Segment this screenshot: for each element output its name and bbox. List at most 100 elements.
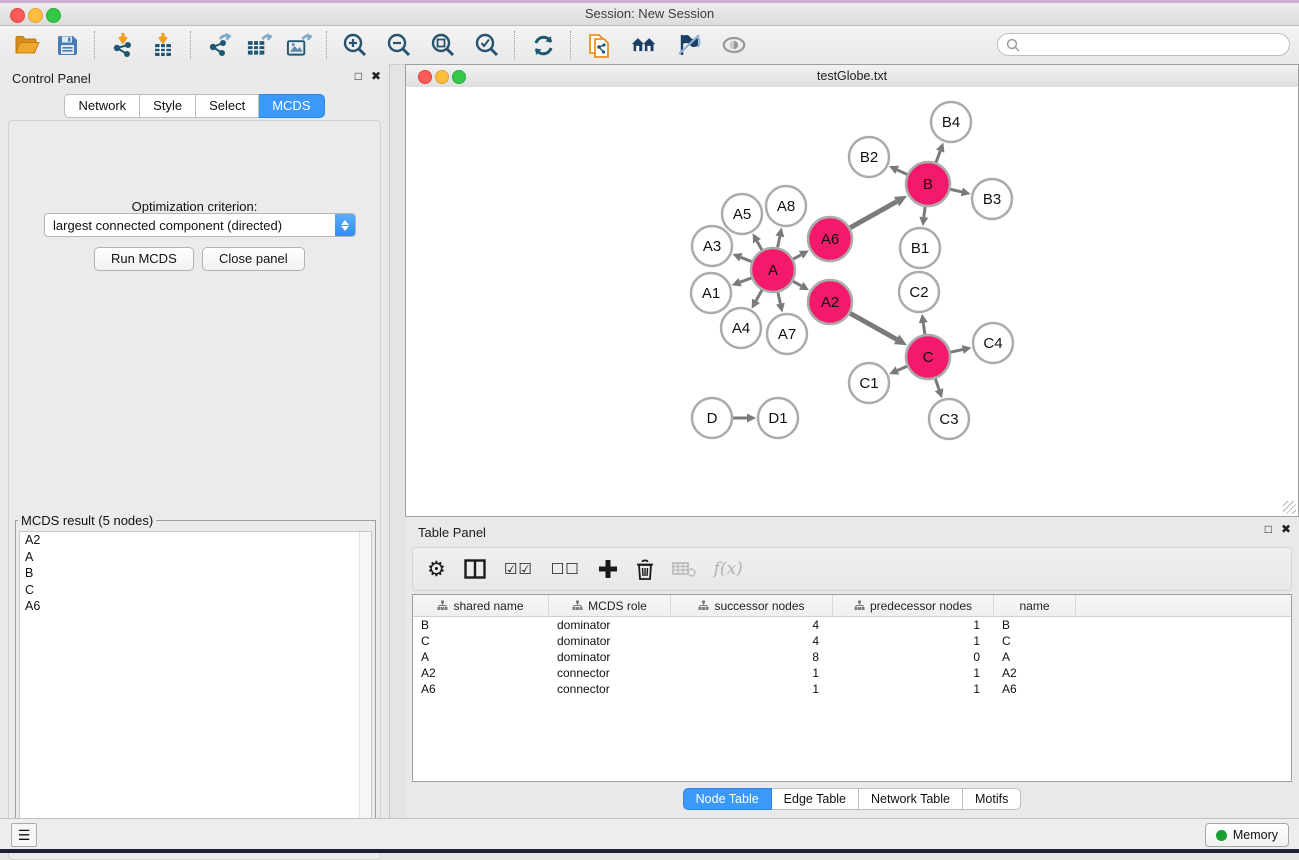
zoom-in-icon[interactable] — [342, 32, 368, 58]
search-input[interactable] — [1025, 37, 1289, 53]
tab-motifs[interactable]: Motifs — [963, 788, 1021, 810]
mcds-result-item[interactable]: B — [20, 565, 371, 582]
table-row[interactable]: Adominator80A — [413, 649, 1291, 665]
zoom-selected-icon[interactable] — [474, 32, 500, 58]
node-B1[interactable]: B1 — [900, 228, 940, 268]
delete-table-icon[interactable] — [672, 560, 696, 578]
table-row[interactable]: Bdominator41B — [413, 617, 1291, 633]
zoom-out-icon[interactable] — [386, 32, 412, 58]
node-B2[interactable]: B2 — [849, 137, 889, 177]
edge-C-C4[interactable] — [950, 350, 962, 353]
node-A4[interactable]: A4 — [721, 308, 761, 348]
table-row[interactable]: Cdominator41C — [413, 633, 1291, 649]
run-mcds-button[interactable]: Run MCDS — [94, 247, 194, 271]
edge-A-A7[interactable] — [778, 292, 780, 303]
tab-network[interactable]: Network — [64, 94, 140, 118]
node-B[interactable]: B — [906, 162, 950, 206]
memory-button[interactable]: Memory — [1205, 823, 1289, 847]
edge-B-B3[interactable] — [950, 189, 961, 192]
result-scrollbar[interactable] — [359, 532, 371, 846]
mcds-result-item[interactable]: C — [20, 582, 371, 599]
edge-A-A4[interactable] — [756, 290, 762, 301]
edge-C-C2[interactable] — [923, 323, 925, 335]
import-network-icon[interactable] — [110, 32, 136, 58]
edge-B-B2[interactable] — [897, 170, 907, 175]
node-C4[interactable]: C4 — [973, 323, 1013, 363]
tab-node-table[interactable]: Node Table — [683, 788, 772, 810]
tab-select[interactable]: Select — [196, 94, 259, 118]
edge-A2-C[interactable] — [850, 313, 897, 339]
edge-A-A1[interactable] — [740, 278, 751, 282]
criterion-select[interactable]: largest connected component (directed) — [44, 213, 356, 237]
column-header-predecessor-nodes[interactable]: predecessor nodes — [833, 595, 994, 616]
edge-B-B1[interactable] — [924, 207, 925, 217]
delete-column-icon[interactable] — [636, 559, 654, 580]
edge-A-A5[interactable] — [757, 241, 762, 250]
save-session-icon[interactable] — [54, 32, 80, 58]
edge-A-A3[interactable] — [741, 257, 752, 261]
search-box[interactable] — [997, 33, 1290, 56]
task-history-icon[interactable]: ☰ — [11, 823, 37, 847]
edge-A6-B[interactable] — [850, 202, 897, 228]
close-panel-button[interactable]: Close panel — [202, 247, 305, 271]
edge-A-A8[interactable] — [778, 236, 780, 247]
show-columns-icon[interactable] — [464, 559, 486, 579]
open-file-icon[interactable] — [14, 32, 40, 58]
column-header-shared-name[interactable]: shared name — [413, 595, 549, 616]
node-D1[interactable]: D1 — [758, 398, 798, 438]
node-C[interactable]: C — [906, 335, 950, 379]
tab-network-table[interactable]: Network Table — [859, 788, 963, 810]
node-A7[interactable]: A7 — [767, 314, 807, 354]
node-A2[interactable]: A2 — [808, 280, 852, 324]
node-A6[interactable]: A6 — [808, 217, 852, 261]
tab-mcds[interactable]: MCDS — [259, 94, 324, 118]
window-resize-grip[interactable] — [1283, 501, 1296, 514]
node-D[interactable]: D — [692, 398, 732, 438]
close-panel-icon[interactable]: ✖ — [371, 69, 381, 83]
export-network-icon[interactable] — [206, 32, 232, 58]
edge-A-A6[interactable] — [793, 255, 801, 259]
float-panel-icon[interactable]: □ — [355, 69, 362, 83]
node-B4[interactable]: B4 — [931, 102, 971, 142]
tab-style[interactable]: Style — [140, 94, 196, 118]
table-row[interactable]: A6connector11A6 — [413, 681, 1291, 697]
export-table-icon[interactable] — [246, 32, 272, 58]
node-A1[interactable]: A1 — [691, 273, 731, 313]
zoom-fit-icon[interactable] — [430, 32, 456, 58]
edge-C-C3[interactable] — [935, 379, 939, 390]
edge-C-C1[interactable] — [897, 366, 907, 370]
column-header-MCDS-role[interactable]: MCDS role — [549, 595, 671, 616]
mcds-result-item[interactable]: A6 — [20, 598, 371, 615]
column-header-successor-nodes[interactable]: successor nodes — [671, 595, 833, 616]
home-icon[interactable] — [631, 32, 657, 58]
mcds-result-item[interactable]: A — [20, 549, 371, 566]
node-A[interactable]: A — [751, 248, 795, 292]
node-C1[interactable]: C1 — [849, 363, 889, 403]
edge-B-B4[interactable] — [936, 151, 940, 162]
node-C2[interactable]: C2 — [899, 272, 939, 312]
column-header-name[interactable]: name — [994, 595, 1076, 616]
node-A3[interactable]: A3 — [692, 226, 732, 266]
table-row[interactable]: A2connector11A2 — [413, 665, 1291, 681]
create-column-icon[interactable] — [598, 559, 618, 579]
show-hide-icon[interactable] — [721, 32, 747, 58]
node-table[interactable]: shared nameMCDS rolesuccessor nodesprede… — [412, 594, 1292, 782]
export-image-icon[interactable] — [286, 32, 312, 58]
mcds-result-list[interactable]: A2ABCA6 — [19, 531, 372, 847]
deselect-all-icon[interactable]: ☐☐ — [551, 560, 580, 578]
mcds-result-item[interactable]: A2 — [20, 532, 371, 549]
network-graph[interactable]: B4B2BB3A8A5A6A3B1AA1C2A2A4A7C4CC1C3DD1 — [406, 87, 1298, 516]
import-table-icon[interactable] — [150, 32, 176, 58]
node-A8[interactable]: A8 — [766, 186, 806, 226]
hide-graphics-details-icon[interactable] — [676, 32, 702, 58]
clone-network-icon[interactable] — [586, 32, 612, 58]
table-mode-icon[interactable]: ⚙ — [427, 559, 446, 580]
edge-A-A2[interactable] — [793, 281, 801, 286]
network-canvas[interactable]: B4B2BB3A8A5A6A3B1AA1C2A2A4A7C4CC1C3DD1 — [406, 87, 1298, 516]
function-builder-icon[interactable]: f(x) — [714, 559, 743, 579]
node-B3[interactable]: B3 — [972, 179, 1012, 219]
node-C3[interactable]: C3 — [929, 399, 969, 439]
close-table-panel-icon[interactable]: ✖ — [1281, 522, 1291, 536]
refresh-icon[interactable] — [530, 32, 556, 58]
float-table-panel-icon[interactable]: □ — [1265, 522, 1272, 536]
